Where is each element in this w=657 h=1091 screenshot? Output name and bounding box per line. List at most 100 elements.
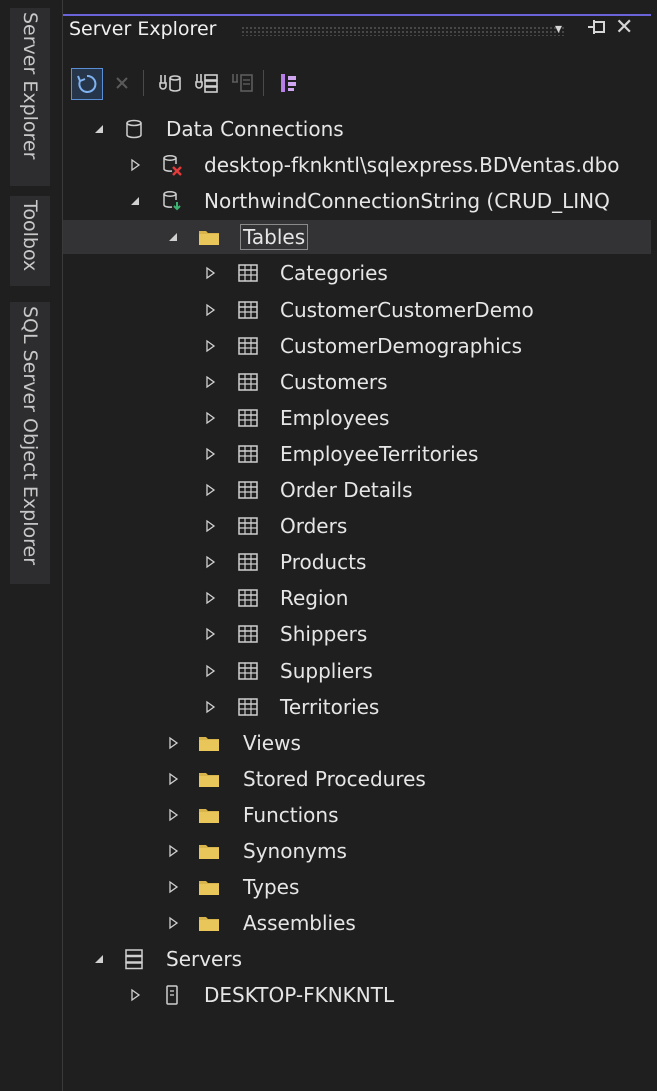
table-icon (237, 587, 259, 609)
azure-icon[interactable] (275, 68, 305, 98)
expanded-arrow-icon[interactable] (127, 193, 143, 209)
connect-to-sharepoint-icon[interactable] (227, 68, 257, 98)
tab-server-explorer-label: Server Explorer (19, 12, 41, 160)
connection-bdventas-node[interactable]: desktop-fknkntl\sqlexpress.BDVentas.dbo (63, 148, 651, 182)
folder-icon (198, 732, 220, 754)
table-icon (237, 299, 259, 321)
table-node-label: CustomerCustomerDemo (280, 297, 534, 322)
collapsed-arrow-icon[interactable] (202, 590, 218, 606)
collapsed-arrow-icon[interactable] (202, 482, 218, 498)
connect-to-database-icon[interactable] (155, 68, 185, 98)
collapsed-arrow-icon[interactable] (202, 410, 218, 426)
data-connections-node[interactable]: Data Connections (63, 112, 651, 146)
table-node[interactable]: Territories (63, 690, 651, 724)
expanded-arrow-icon[interactable] (91, 121, 107, 137)
panel-title-bar[interactable]: Server Explorer ▾ ✕ (63, 14, 651, 46)
folder-node-label: Assemblies (243, 911, 356, 936)
folder-node[interactable]: Functions (63, 798, 651, 832)
table-node-label: Territories (280, 694, 380, 719)
collapsed-arrow-icon[interactable] (202, 374, 218, 390)
folder-node[interactable]: Synonyms (63, 834, 651, 868)
table-node-label: CustomerDemographics (280, 333, 523, 358)
table-node-label: Customers (280, 369, 388, 394)
stop-icon[interactable] (107, 68, 137, 98)
table-node-label: Suppliers (280, 658, 373, 683)
refresh-icon[interactable] (71, 68, 103, 100)
tab-sql-server-object-explorer[interactable]: SQL Server Object Explorer (10, 302, 50, 584)
server-explorer-panel: Server Explorer ▾ ✕ Data Connections desk… (62, 0, 657, 1091)
collapsed-arrow-icon[interactable] (202, 663, 218, 679)
expanded-arrow-icon[interactable] (91, 951, 107, 967)
table-node[interactable]: Shippers (63, 617, 651, 651)
collapsed-arrow-icon[interactable] (202, 554, 218, 570)
collapsed-arrow-icon[interactable] (165, 843, 181, 859)
table-icon (237, 551, 259, 573)
folder-icon (198, 876, 220, 898)
collapsed-arrow-icon[interactable] (165, 771, 181, 787)
table-node[interactable]: CustomerCustomerDemo (63, 293, 651, 327)
panel-toolbar (63, 62, 651, 102)
folder-node[interactable]: Assemblies (63, 906, 651, 940)
window-position-dropdown-icon[interactable]: ▾ (555, 21, 562, 37)
collapsed-arrow-icon[interactable] (202, 699, 218, 715)
table-node[interactable]: Suppliers (63, 654, 651, 688)
table-node[interactable]: EmployeeTerritories (63, 437, 651, 471)
table-icon (237, 623, 259, 645)
table-node-label: Order Details (280, 478, 413, 502)
collapsed-arrow-icon[interactable] (202, 518, 218, 534)
folder-node-label: Stored Procedures (243, 766, 426, 791)
close-icon[interactable]: ✕ (615, 15, 633, 40)
auto-hide-pin-icon[interactable] (587, 18, 607, 41)
collapsed-arrow-icon[interactable] (165, 807, 181, 823)
table-node[interactable]: CustomerDemographics (63, 329, 651, 363)
connection-bdventas-node-label: desktop-fknkntl\sqlexpress.BDVentas.dbo (204, 153, 620, 178)
table-node-label: Categories (280, 261, 388, 286)
table-icon (237, 262, 259, 284)
collapsed-arrow-icon[interactable] (202, 338, 218, 354)
folder-icon (198, 804, 220, 826)
servers-icon (123, 948, 145, 970)
table-node[interactable]: Orders (63, 509, 651, 543)
tab-toolbox[interactable]: Toolbox (10, 196, 50, 286)
table-node-label: Employees (280, 405, 390, 430)
collapsed-arrow-icon[interactable] (165, 879, 181, 895)
table-icon (237, 407, 259, 429)
table-icon (237, 479, 259, 501)
folder-node-label: Views (243, 730, 301, 755)
collapsed-arrow-icon[interactable] (127, 157, 143, 173)
toolbar-separator (263, 70, 264, 96)
servers-node[interactable]: Servers (63, 942, 651, 976)
table-node[interactable]: Products (63, 545, 651, 579)
collapsed-arrow-icon[interactable] (202, 302, 218, 318)
table-node[interactable]: Customers (63, 365, 651, 399)
panel-title: Server Explorer (69, 18, 217, 40)
table-node[interactable]: Order Details (63, 473, 651, 507)
folder-node[interactable]: Views (63, 726, 651, 760)
server-node[interactable]: DESKTOP-FKNKNTL (63, 978, 651, 1012)
folder-node[interactable]: Types (63, 870, 651, 904)
connection-northwind-node[interactable]: NorthwindConnectionString (CRUD_LINQ (63, 184, 651, 218)
table-node-label: Orders (280, 514, 348, 539)
folder-node[interactable]: Stored Procedures (63, 762, 651, 796)
database-icon (123, 118, 145, 140)
tables-folder-node[interactable]: Tables (63, 220, 651, 255)
expanded-arrow-icon[interactable] (165, 229, 181, 245)
collapsed-arrow-icon[interactable] (127, 987, 143, 1003)
tab-sql-server-object-explorer-label: SQL Server Object Explorer (19, 306, 41, 566)
folder-icon (198, 912, 220, 934)
table-node[interactable]: Categories (63, 256, 651, 290)
collapsed-arrow-icon[interactable] (165, 735, 181, 751)
table-icon (237, 696, 259, 718)
collapsed-arrow-icon[interactable] (165, 915, 181, 931)
table-node-label: EmployeeTerritories (280, 441, 479, 466)
tab-server-explorer[interactable]: Server Explorer (10, 8, 50, 186)
table-icon (237, 660, 259, 682)
folder-icon (198, 840, 220, 862)
connect-to-server-icon[interactable] (191, 68, 221, 98)
table-node[interactable]: Region (63, 581, 651, 615)
collapsed-arrow-icon[interactable] (202, 626, 218, 642)
collapsed-arrow-icon[interactable] (202, 265, 218, 281)
drag-grip[interactable] (241, 26, 565, 36)
collapsed-arrow-icon[interactable] (202, 446, 218, 462)
table-node[interactable]: Employees (63, 401, 651, 435)
